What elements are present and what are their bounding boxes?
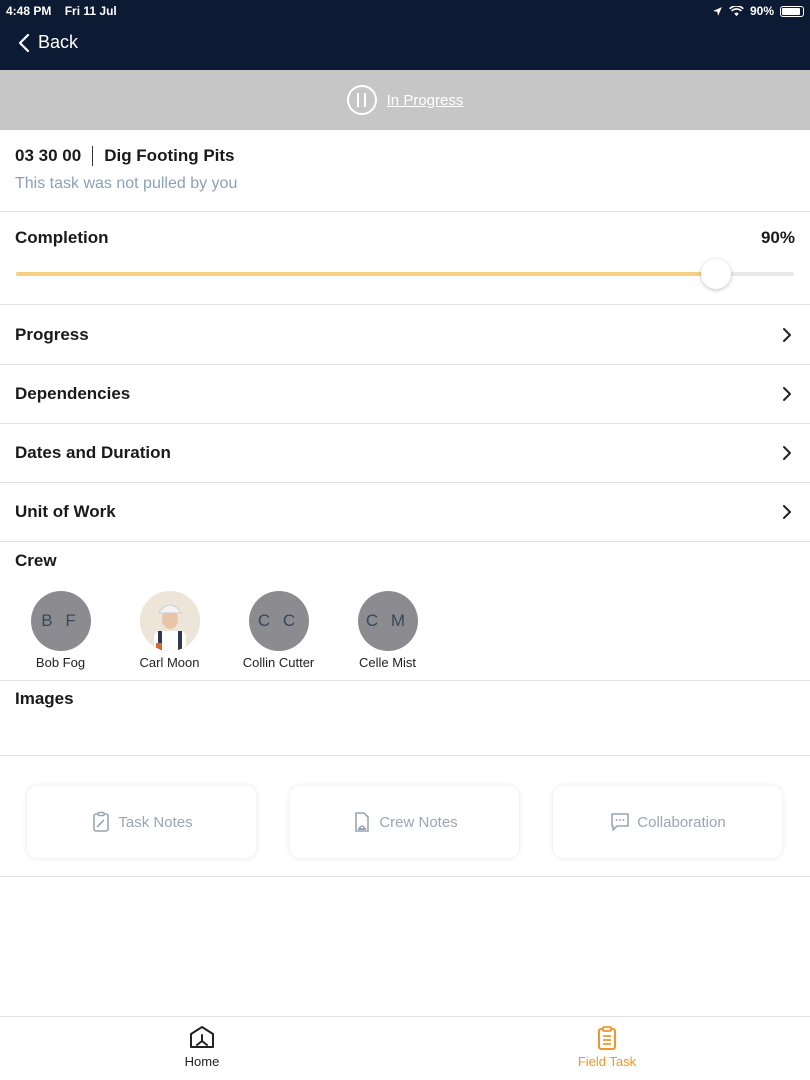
chat-bubble-icon	[611, 813, 630, 831]
task-code: 03 30 00	[15, 146, 82, 165]
notes-section: Task Notes Crew Notes Collaboration	[0, 756, 810, 877]
pause-icon	[346, 85, 377, 115]
crew-title: Crew	[15, 551, 57, 570]
document-worker-icon	[355, 812, 370, 832]
clipboard-list-icon	[598, 1026, 616, 1050]
completion-slider[interactable]	[16, 259, 794, 289]
crew-member[interactable]: C C Collin Cutter	[224, 591, 333, 670]
completion-value: 90%	[760, 228, 795, 247]
crew-member[interactable]: Carl Moon	[115, 591, 224, 670]
battery-percent: 90%	[749, 4, 774, 18]
location-icon	[713, 6, 722, 16]
tab-field-task[interactable]: Field Task	[557, 1025, 657, 1069]
worker-photo-icon	[139, 591, 200, 651]
task-status-label[interactable]: In Progress	[387, 92, 464, 109]
images-title: Images	[15, 689, 74, 708]
divider	[92, 146, 94, 166]
crew-section: Crew B F Bob Fog Carl Moon C C Collin Cu…	[0, 541, 810, 681]
task-header: 03 30 00 Dig Footing Pits This task was …	[0, 130, 810, 212]
completion-slider-fill	[16, 272, 717, 276]
tab-home[interactable]: Home	[152, 1025, 252, 1069]
battery-icon	[780, 5, 804, 17]
wifi-icon	[729, 5, 744, 16]
collaboration-label: Collaboration	[637, 813, 726, 831]
images-section: Images	[0, 681, 810, 756]
chevron-right-icon	[783, 445, 791, 460]
crew-member-name: Bob Fog	[35, 655, 86, 670]
chevron-left-icon	[18, 33, 30, 52]
menu-item-label: Unit of Work	[15, 501, 116, 521]
crew-list: B F Bob Fog Carl Moon C C Collin Cutter	[6, 591, 442, 670]
avatar[interactable]: C M	[357, 591, 418, 651]
avatar[interactable]: B F	[30, 591, 91, 651]
status-date: Fri 11 Jul	[64, 4, 117, 18]
bottom-tab-bar: Home Field Task	[0, 1016, 810, 1080]
menu-item-dates-duration[interactable]: Dates and Duration	[0, 423, 810, 483]
menu-item-label: Dates and Duration	[15, 442, 171, 462]
task-notes-button[interactable]: Task Notes	[27, 786, 256, 858]
completion-slider-thumb[interactable]	[701, 259, 732, 289]
task-pull-note: This task was not pulled by you	[15, 175, 238, 192]
completion-label: Completion	[15, 228, 109, 247]
status-time: 4:48 PM	[6, 4, 52, 18]
collaboration-button[interactable]: Collaboration	[553, 786, 782, 858]
task-notes-label: Task Notes	[118, 813, 193, 831]
menu-item-label: Dependencies	[15, 383, 131, 403]
back-label: Back	[38, 32, 79, 52]
tab-field-task-label: Field Task	[577, 1054, 637, 1069]
crew-notes-label: Crew Notes	[379, 813, 458, 831]
menu-item-progress[interactable]: Progress	[0, 305, 810, 365]
clipboard-note-icon	[93, 811, 110, 832]
task-status-bar[interactable]: In Progress	[0, 70, 810, 130]
crew-notes-button[interactable]: Crew Notes	[290, 786, 519, 858]
menu-item-dependencies[interactable]: Dependencies	[0, 364, 810, 424]
menu-item-unit-of-work[interactable]: Unit of Work	[0, 482, 810, 542]
crew-member[interactable]: C M Celle Mist	[333, 591, 442, 670]
avatar[interactable]: C C	[248, 591, 309, 651]
tab-home-label: Home	[184, 1054, 220, 1069]
crew-member-name: Carl Moon	[139, 655, 200, 670]
top-header: 4:48 PM Fri 11 Jul 90% Back	[0, 0, 810, 70]
chevron-right-icon	[783, 386, 791, 401]
avatar[interactable]	[139, 591, 200, 651]
chevron-right-icon	[783, 504, 791, 519]
crew-member[interactable]: B F Bob Fog	[6, 591, 115, 670]
task-name: Dig Footing Pits	[104, 146, 235, 165]
back-button[interactable]: Back	[18, 32, 78, 53]
completion-section: Completion 90%	[0, 212, 810, 305]
crew-member-name: Celle Mist	[358, 655, 417, 670]
menu-item-label: Progress	[15, 324, 89, 344]
home-logo-icon	[190, 1026, 214, 1048]
chevron-right-icon	[783, 327, 791, 342]
status-bar: 4:48 PM Fri 11 Jul 90%	[6, 3, 804, 19]
crew-member-name: Collin Cutter	[242, 655, 315, 670]
